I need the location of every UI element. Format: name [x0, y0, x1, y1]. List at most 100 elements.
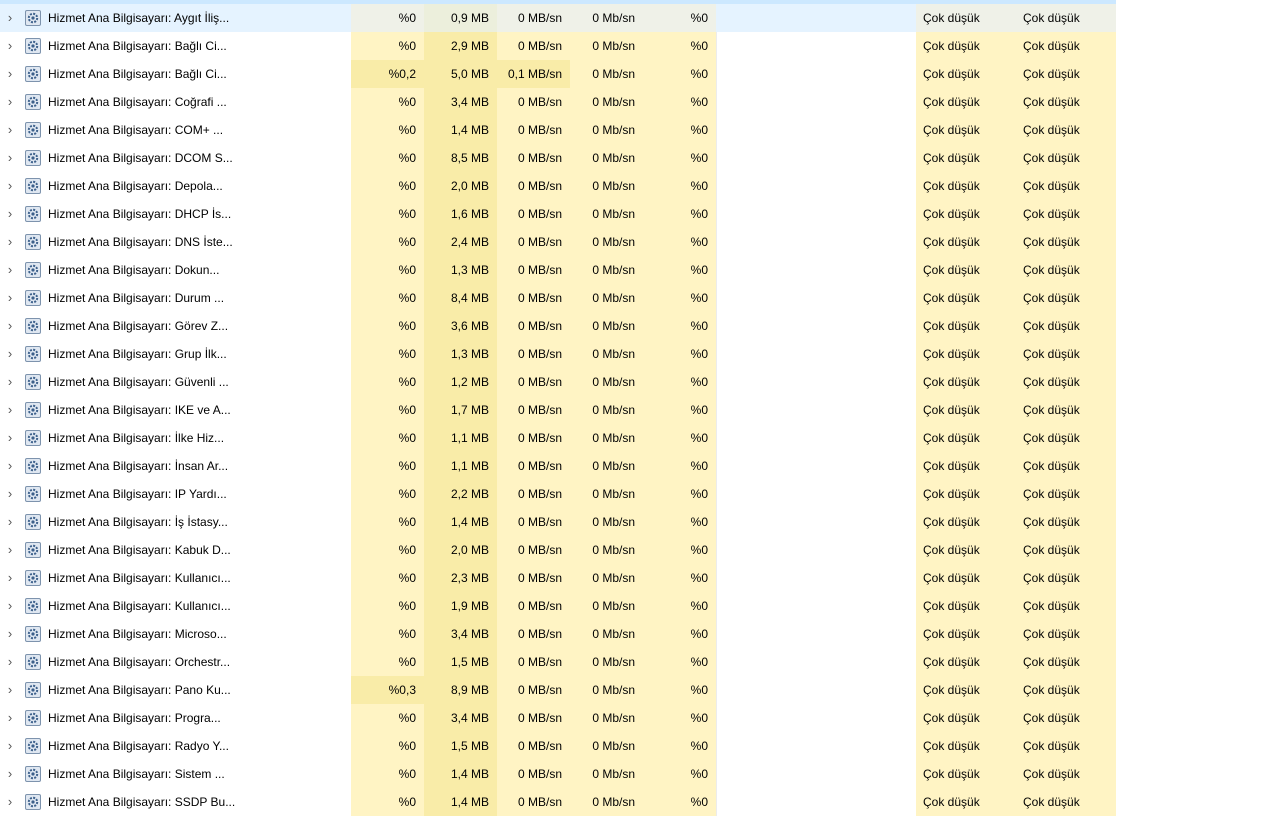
gpu-cell: %0 [643, 620, 716, 648]
process-row[interactable]: › Hizmet Ana Bilgisayarı: Dokun... %0 1,… [0, 256, 1116, 284]
process-name: Hizmet Ana Bilgisayarı: DHCP İs... [48, 207, 232, 221]
cpu-cell: %0 [351, 592, 424, 620]
expand-chevron-icon[interactable]: › [0, 200, 20, 228]
expand-chevron-icon[interactable]: › [0, 32, 20, 60]
expand-chevron-icon[interactable]: › [0, 396, 20, 424]
expand-chevron-icon[interactable]: › [0, 340, 20, 368]
expand-chevron-icon[interactable]: › [0, 704, 20, 732]
disk-cell: 0 MB/sn [497, 788, 570, 816]
service-gear-icon [25, 234, 41, 250]
disk-cell: 0 MB/sn [497, 396, 570, 424]
expand-chevron-icon[interactable]: › [0, 228, 20, 256]
disk-cell: 0 MB/sn [497, 312, 570, 340]
process-row[interactable]: › Hizmet Ana Bilgisayarı: Progra... %0 3… [0, 704, 1116, 732]
gpu-cell: %0 [643, 676, 716, 704]
power-usage-cell: Çok düşük [916, 368, 1016, 396]
expand-chevron-icon[interactable]: › [0, 60, 20, 88]
process-row[interactable]: › Hizmet Ana Bilgisayarı: Bağlı Ci... %0… [0, 60, 1116, 88]
service-gear-icon [25, 542, 41, 558]
power-trend-cell: Çok düşük [1016, 480, 1116, 508]
expand-chevron-icon[interactable]: › [0, 648, 20, 676]
service-gear-icon [25, 290, 41, 306]
process-row[interactable]: › Hizmet Ana Bilgisayarı: Aygıt İliş... … [0, 4, 1116, 32]
power-usage-cell: Çok düşük [916, 424, 1016, 452]
power-trend-cell: Çok düşük [1016, 424, 1116, 452]
expand-chevron-icon[interactable]: › [0, 732, 20, 760]
service-gear-icon [25, 94, 41, 110]
memory-cell: 3,6 MB [424, 312, 497, 340]
disk-cell: 0 MB/sn [497, 676, 570, 704]
process-row[interactable]: › Hizmet Ana Bilgisayarı: Microso... %0 … [0, 620, 1116, 648]
expand-chevron-icon[interactable]: › [0, 312, 20, 340]
expand-chevron-icon[interactable]: › [0, 256, 20, 284]
cpu-cell: %0 [351, 396, 424, 424]
process-name: Hizmet Ana Bilgisayarı: Kullanıcı... [48, 599, 231, 613]
expand-chevron-icon[interactable]: › [0, 676, 20, 704]
power-trend-cell: Çok düşük [1016, 172, 1116, 200]
power-usage-cell: Çok düşük [916, 88, 1016, 116]
expand-chevron-icon[interactable]: › [0, 564, 20, 592]
process-row[interactable]: › Hizmet Ana Bilgisayarı: IKE ve A... %0… [0, 396, 1116, 424]
expand-chevron-icon[interactable]: › [0, 480, 20, 508]
process-name: Hizmet Ana Bilgisayarı: Radyo Y... [48, 739, 229, 753]
process-row[interactable]: › Hizmet Ana Bilgisayarı: Görev Z... %0 … [0, 312, 1116, 340]
expand-chevron-icon[interactable]: › [0, 788, 20, 816]
expand-chevron-icon[interactable]: › [0, 620, 20, 648]
power-usage-cell: Çok düşük [916, 32, 1016, 60]
power-usage-cell: Çok düşük [916, 620, 1016, 648]
expand-chevron-icon[interactable]: › [0, 424, 20, 452]
expand-chevron-icon[interactable]: › [0, 592, 20, 620]
expand-chevron-icon[interactable]: › [0, 172, 20, 200]
expand-chevron-icon[interactable]: › [0, 760, 20, 788]
network-cell: 0 Mb/sn [570, 172, 643, 200]
process-row[interactable]: › Hizmet Ana Bilgisayarı: Grup İlk... %0… [0, 340, 1116, 368]
expand-chevron-icon[interactable]: › [0, 116, 20, 144]
expand-chevron-icon[interactable]: › [0, 508, 20, 536]
disk-cell: 0 MB/sn [497, 620, 570, 648]
gpu-cell: %0 [643, 60, 716, 88]
process-row[interactable]: › Hizmet Ana Bilgisayarı: Pano Ku... %0,… [0, 676, 1116, 704]
power-usage-cell: Çok düşük [916, 312, 1016, 340]
expand-chevron-icon[interactable]: › [0, 452, 20, 480]
process-row[interactable]: › Hizmet Ana Bilgisayarı: Kullanıcı... %… [0, 592, 1116, 620]
process-row[interactable]: › Hizmet Ana Bilgisayarı: SSDP Bu... %0 … [0, 788, 1116, 816]
process-row[interactable]: › Hizmet Ana Bilgisayarı: DHCP İs... %0 … [0, 200, 1116, 228]
process-row[interactable]: › Hizmet Ana Bilgisayarı: İlke Hiz... %0… [0, 424, 1116, 452]
cpu-cell: %0 [351, 732, 424, 760]
memory-cell: 0,9 MB [424, 4, 497, 32]
process-row[interactable]: › Hizmet Ana Bilgisayarı: COM+ ... %0 1,… [0, 116, 1116, 144]
process-row[interactable]: › Hizmet Ana Bilgisayarı: Durum ... %0 8… [0, 284, 1116, 312]
network-cell: 0 Mb/sn [570, 452, 643, 480]
process-name: Hizmet Ana Bilgisayarı: DNS İste... [48, 235, 233, 249]
process-row[interactable]: › Hizmet Ana Bilgisayarı: Kabuk D... %0 … [0, 536, 1116, 564]
expand-chevron-icon[interactable]: › [0, 284, 20, 312]
power-trend-cell: Çok düşük [1016, 732, 1116, 760]
memory-cell: 2,4 MB [424, 228, 497, 256]
process-row[interactable]: › Hizmet Ana Bilgisayarı: IP Yardı... %0… [0, 480, 1116, 508]
gpu-cell: %0 [643, 88, 716, 116]
cpu-cell: %0,2 [351, 60, 424, 88]
service-gear-icon [25, 570, 41, 586]
expand-chevron-icon[interactable]: › [0, 536, 20, 564]
expand-chevron-icon[interactable]: › [0, 144, 20, 172]
expand-chevron-icon[interactable]: › [0, 368, 20, 396]
process-name: Hizmet Ana Bilgisayarı: IP Yardı... [48, 487, 227, 501]
process-row[interactable]: › Hizmet Ana Bilgisayarı: İnsan Ar... %0… [0, 452, 1116, 480]
service-gear-icon [25, 346, 41, 362]
process-row[interactable]: › Hizmet Ana Bilgisayarı: Coğrafi ... %0… [0, 88, 1116, 116]
process-row[interactable]: › Hizmet Ana Bilgisayarı: Orchestr... %0… [0, 648, 1116, 676]
process-row[interactable]: › Hizmet Ana Bilgisayarı: Bağlı Ci... %0… [0, 32, 1116, 60]
expand-chevron-icon[interactable]: › [0, 88, 20, 116]
expand-chevron-icon[interactable]: › [0, 4, 20, 32]
process-row[interactable]: › Hizmet Ana Bilgisayarı: Kullanıcı... %… [0, 564, 1116, 592]
process-row[interactable]: › Hizmet Ana Bilgisayarı: Depola... %0 2… [0, 172, 1116, 200]
disk-cell: 0 MB/sn [497, 32, 570, 60]
process-row[interactable]: › Hizmet Ana Bilgisayarı: Güvenli ... %0… [0, 368, 1116, 396]
gpu-cell: %0 [643, 648, 716, 676]
process-row[interactable]: › Hizmet Ana Bilgisayarı: Radyo Y... %0 … [0, 732, 1116, 760]
process-row[interactable]: › Hizmet Ana Bilgisayarı: İş İstasy... %… [0, 508, 1116, 536]
process-row[interactable]: › Hizmet Ana Bilgisayarı: DNS İste... %0… [0, 228, 1116, 256]
process-row[interactable]: › Hizmet Ana Bilgisayarı: DCOM S... %0 8… [0, 144, 1116, 172]
process-row[interactable]: › Hizmet Ana Bilgisayarı: Sistem ... %0 … [0, 760, 1116, 788]
network-cell: 0 Mb/sn [570, 732, 643, 760]
